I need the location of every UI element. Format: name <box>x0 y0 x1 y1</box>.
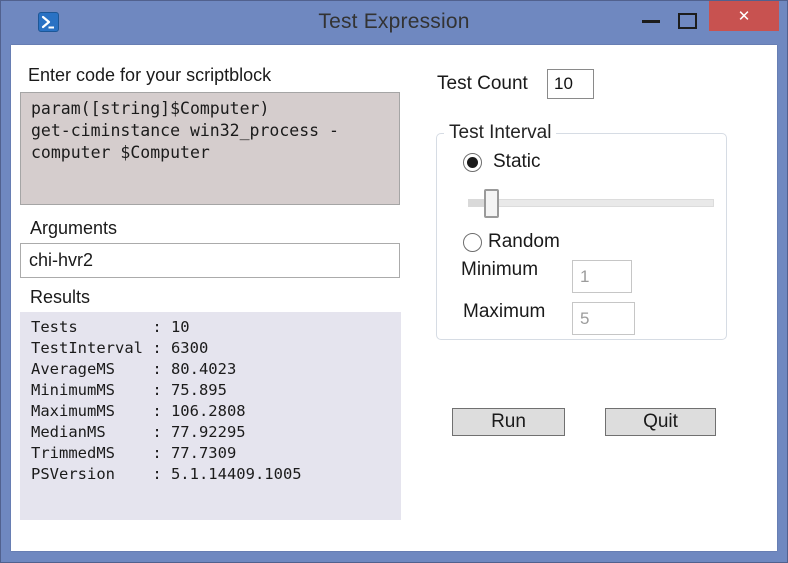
minimize-button[interactable] <box>642 20 660 23</box>
minimum-input[interactable] <box>572 260 632 293</box>
close-icon: ✕ <box>737 8 751 25</box>
test-count-label: Test Count <box>437 73 528 94</box>
scriptblock-label: Enter code for your scriptblock <box>28 65 272 85</box>
maximum-label: Maximum <box>463 301 546 322</box>
random-radio-label: Random <box>488 231 560 252</box>
static-radio[interactable] <box>463 153 482 172</box>
run-button[interactable]: Run <box>452 408 565 436</box>
interval-slider <box>468 189 714 219</box>
test-interval-group-label: Test Interval <box>444 122 557 144</box>
close-button[interactable]: ✕ <box>709 1 779 31</box>
app-window: Test Expression ✕ Enter code for your sc… <box>0 0 788 563</box>
arguments-input[interactable] <box>20 243 400 278</box>
static-radio-label: Static <box>493 151 541 172</box>
slider-track[interactable] <box>468 199 714 207</box>
random-radio[interactable] <box>463 233 482 252</box>
test-count-input[interactable] <box>547 69 594 99</box>
results-box: Tests : 10 TestInterval : 6300 AverageMS… <box>20 312 401 520</box>
maximum-input[interactable] <box>572 302 635 335</box>
results-label: Results <box>30 287 91 307</box>
maximize-button[interactable] <box>678 13 697 29</box>
title-bar: Test Expression ✕ <box>1 1 787 45</box>
scriptblock-code: param([string]$Computer) get-ciminstance… <box>31 99 339 162</box>
arguments-label: Arguments <box>30 218 118 238</box>
slider-thumb[interactable] <box>484 189 499 218</box>
scriptblock-textbox[interactable]: param([string]$Computer) get-ciminstance… <box>20 92 400 205</box>
client-area: Enter code for your scriptblock param([s… <box>11 45 777 551</box>
minimum-label: Minimum <box>461 259 539 280</box>
window-title: Test Expression <box>318 10 470 33</box>
results-text: Tests : 10 TestInterval : 6300 AverageMS… <box>31 318 302 483</box>
quit-button[interactable]: Quit <box>605 408 716 436</box>
